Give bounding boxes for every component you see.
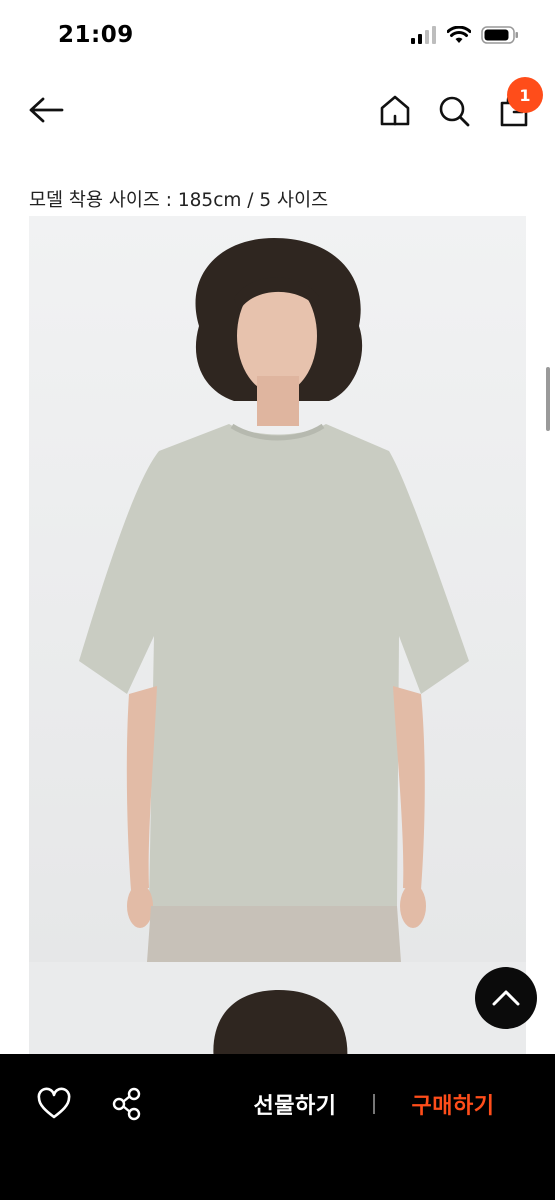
wifi-icon [447, 26, 471, 43]
action-divider [373, 1094, 375, 1114]
search-icon [439, 96, 470, 127]
scroll-to-top-button[interactable] [475, 967, 537, 1029]
bottom-action-bar: 선물하기 구매하기 [0, 1054, 555, 1200]
chevron-up-icon [492, 990, 520, 1006]
arrow-left-icon [29, 97, 64, 123]
status-time: 21:09 [58, 22, 134, 48]
home-button[interactable] [376, 92, 414, 130]
product-image-secondary[interactable] [29, 962, 526, 1062]
cellular-signal-icon [411, 26, 436, 44]
model-hair-preview [213, 990, 348, 1062]
model-tshirt-illustration [29, 216, 526, 962]
product-image[interactable] [29, 216, 526, 962]
cart-count-badge: 1 [507, 77, 543, 113]
back-button[interactable] [26, 92, 66, 128]
home-icon [380, 95, 410, 126]
buy-button[interactable]: 구매하기 [390, 1084, 516, 1124]
share-button[interactable] [110, 1086, 144, 1122]
top-navigation [0, 72, 555, 148]
gift-button[interactable]: 선물하기 [232, 1084, 358, 1124]
heart-icon [37, 1087, 71, 1119]
search-button[interactable] [435, 92, 473, 130]
status-icons [411, 26, 519, 44]
share-icon [112, 1087, 141, 1121]
scroll-indicator[interactable] [546, 367, 550, 431]
status-bar: 21:09 [0, 0, 555, 72]
battery-icon [481, 26, 518, 44]
wishlist-button[interactable] [36, 1087, 72, 1121]
model-size-caption: 모델 착용 사이즈 : 185cm / 5 사이즈 [29, 190, 329, 211]
